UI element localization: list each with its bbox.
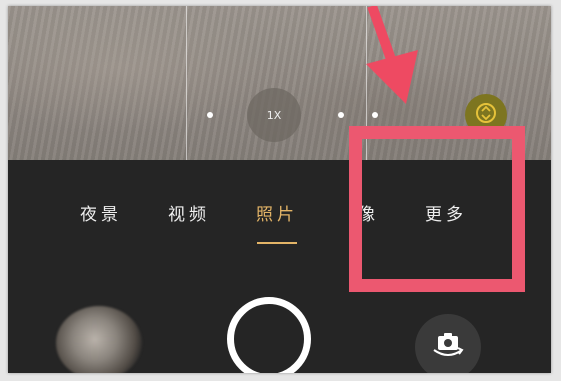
camera-flip-button[interactable] — [415, 314, 481, 373]
highlight-annotation-box — [349, 126, 525, 292]
grid-line — [186, 6, 187, 160]
zoom-level-dot[interactable] — [338, 112, 344, 118]
zoom-level-dot[interactable] — [372, 112, 378, 118]
shutter-button[interactable] — [227, 297, 311, 373]
mode-tab-night[interactable]: 夜景 — [80, 200, 122, 225]
gallery-thumbnail[interactable] — [56, 306, 142, 373]
screenshot-frame: 1X 夜景 视频 照片 像 更多 — [8, 6, 551, 373]
zoom-label: 1X — [266, 108, 282, 122]
camera-flip-icon — [431, 330, 465, 364]
zoom-level-dot[interactable] — [207, 112, 213, 118]
pointer-arrow-annotation — [348, 6, 438, 110]
lens-switch-icon — [474, 101, 498, 129]
active-mode-indicator — [257, 242, 297, 244]
mode-tab-video[interactable]: 视频 — [168, 200, 210, 225]
zoom-1x-button[interactable]: 1X — [247, 88, 301, 142]
mode-tab-photo[interactable]: 照片 — [256, 200, 298, 225]
